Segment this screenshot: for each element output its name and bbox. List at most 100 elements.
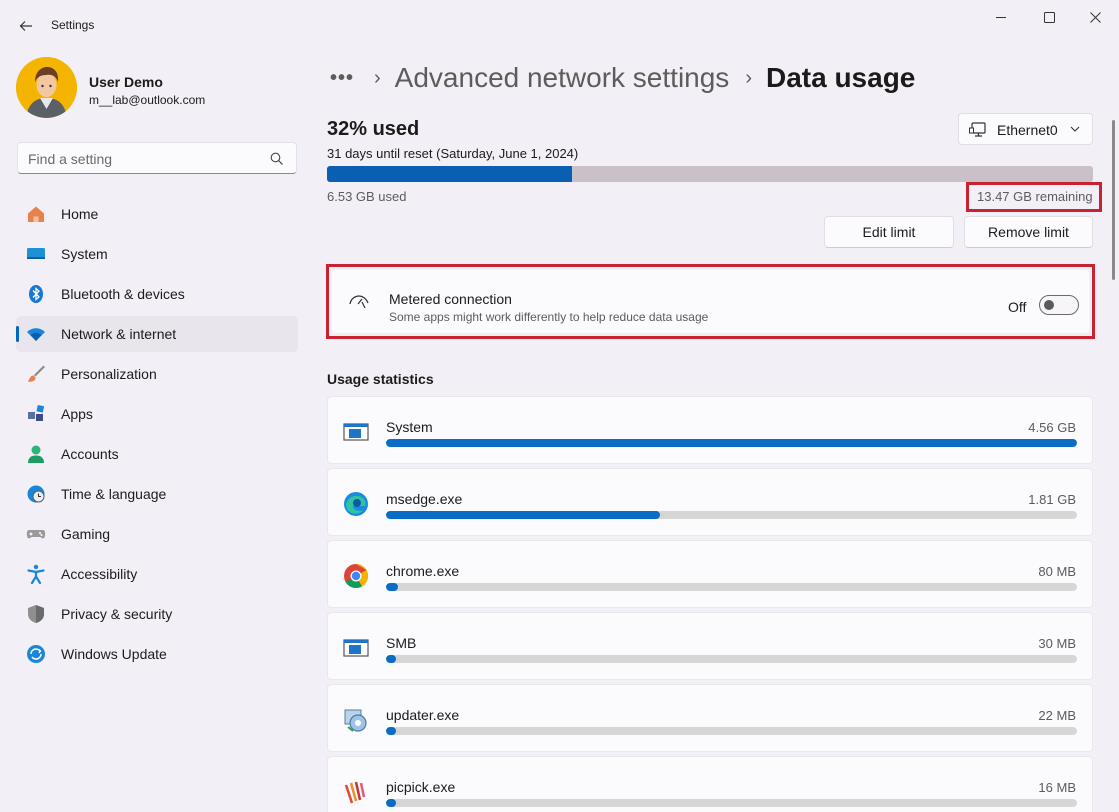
edit-limit-button[interactable]: Edit limit [824,216,954,248]
sidebar-item-apps[interactable]: Apps [16,396,298,432]
sidebar-item-label: Gaming [61,526,111,542]
search-icon[interactable] [270,152,284,166]
accessibility-icon [26,564,46,584]
app-usage-bar-fill [386,439,1077,447]
app-usage-bar [386,511,1077,519]
picpick-icon [344,781,366,804]
usage-statistics-list: System 4.56 GB msedge.exe 1.81 GB chrome… [327,396,1093,812]
list-item: msedge.exe 1.81 GB [327,468,1093,536]
metered-state-label: Off [1008,299,1027,315]
avatar [16,57,77,118]
app-usage-size: 30 MB [1038,636,1076,651]
person-icon [26,444,46,464]
sidebar-item-label: Apps [61,406,93,422]
close-icon [1089,11,1101,23]
app-usage-bar [386,583,1077,591]
toggle-knob [1044,300,1054,310]
search-input[interactable] [28,149,263,169]
sidebar-item-network[interactable]: Network & internet [16,316,298,352]
system-icon [26,244,46,264]
remaining-amount: 13.47 GB remaining [977,189,1093,204]
app-usage-bar-fill [386,727,397,735]
back-arrow-icon [19,21,32,31]
title-bar: Settings [0,0,1119,44]
apps-icon [26,404,46,424]
breadcrumb-parent-link[interactable]: Advanced network settings [395,62,730,94]
maximize-button[interactable] [1026,0,1072,34]
metered-gauge-icon [349,295,369,309]
minimize-button[interactable] [978,0,1024,34]
app-usage-bar-fill [386,799,397,807]
metered-highlight: Metered connection Some apps might work … [326,264,1095,339]
sidebar-item-label: Home [61,206,99,222]
app-name: SMB [386,635,417,651]
sidebar-item-label: System [61,246,108,262]
sidebar-item-accessibility[interactable]: Accessibility [16,556,298,592]
sidebar-item-gaming[interactable]: Gaming [16,516,298,552]
app-name: System [386,419,433,435]
sidebar-item-label: Time & language [61,486,167,502]
ethernet-monitor-icon [969,122,986,137]
app-usage-size: 4.56 GB [1028,420,1076,435]
app-usage-bar-fill [386,655,397,663]
back-button[interactable] [12,12,40,40]
app-usage-bar [386,655,1077,663]
sidebar-item-label: Accounts [61,446,119,462]
reset-info: 31 days until reset (Saturday, June 1, 2… [327,146,579,161]
app-name: msedge.exe [386,491,463,507]
home-icon [26,204,46,224]
sidebar-item-label: Personalization [61,366,157,382]
app-usage-size: 80 MB [1038,564,1076,579]
sidebar-item-label: Accessibility [61,566,138,582]
user-name: User Demo [89,74,163,90]
sidebar-item-accounts[interactable]: Accounts [16,436,298,472]
page-title: Data usage [765,62,916,93]
scrollbar-thumb[interactable] [1112,120,1115,280]
maximize-icon [1043,11,1055,23]
list-item: picpick.exe 16 MB [327,756,1093,812]
minimize-icon [996,17,1006,18]
chrome-icon [344,564,369,589]
clock-globe-icon [26,484,46,504]
app-usage-size: 1.81 GB [1028,492,1076,507]
search-box[interactable] [17,142,297,174]
sidebar-item-label: Bluetooth & devices [61,286,185,302]
app-usage-size: 16 MB [1038,780,1076,795]
adapter-selected-label: Ethernet0 [997,122,1058,138]
app-usage-bar-fill [386,511,661,519]
usage-statistics-heading: Usage statistics [327,371,434,387]
breadcrumb: ••• › Advanced network settings › Data u… [330,60,915,96]
wifi-icon [26,324,46,344]
avatar-icon [16,57,77,118]
brush-icon [26,364,46,384]
sidebar-item-label: Windows Update [61,646,167,662]
adapter-dropdown[interactable]: Ethernet0 [958,113,1093,145]
remove-limit-button[interactable]: Remove limit [964,216,1093,248]
app-usage-bar [386,799,1077,807]
sidebar-item-label: Network & internet [61,326,177,342]
app-name: updater.exe [386,707,460,723]
usage-progress-bar [327,166,1093,182]
app-usage-bar [386,439,1077,447]
sidebar-item-privacy[interactable]: Privacy & security [16,596,298,632]
sidebar-item-bluetooth[interactable]: Bluetooth & devices [16,276,298,312]
sidebar-item-personalization[interactable]: Personalization [16,356,298,392]
usage-percent: 32% used [327,118,420,140]
app-name: picpick.exe [386,779,456,795]
system-app-icon [343,423,369,441]
sidebar-item-time-language[interactable]: Time & language [16,476,298,512]
window-title: Settings [51,18,95,32]
close-button[interactable] [1072,0,1118,34]
update-icon [26,644,46,664]
sidebar-item-windows-update[interactable]: Windows Update [16,636,298,672]
breadcrumb-more-button[interactable]: ••• [330,67,358,90]
system-app-icon [343,639,369,657]
app-usage-size: 22 MB [1038,708,1076,723]
user-profile[interactable]: User Demo m__lab@outlook.com [16,57,296,121]
updater-icon [344,709,367,732]
sidebar-item-system[interactable]: System [16,236,298,272]
metered-toggle[interactable] [1039,295,1079,315]
chevron-right-icon: › [374,66,381,89]
list-item: System 4.56 GB [327,396,1093,464]
sidebar-item-home[interactable]: Home [16,196,298,232]
